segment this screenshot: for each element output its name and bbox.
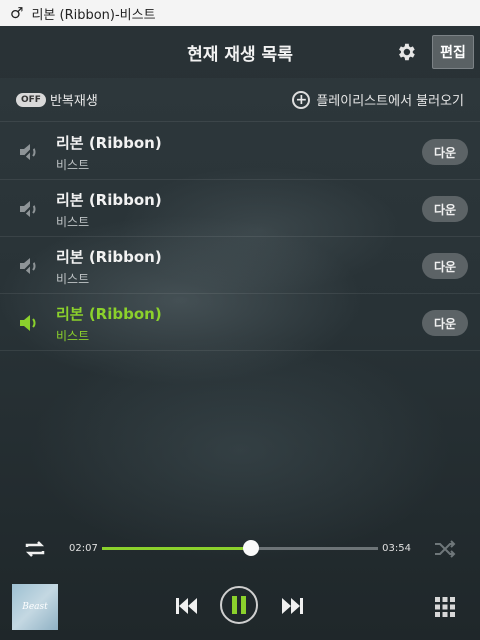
page-title: 현재 재생 목록	[187, 44, 293, 65]
song-title: 리본 (Ribbon)	[56, 134, 162, 152]
pause-icon	[232, 596, 246, 614]
speaker-muted-icon	[18, 142, 40, 162]
speaker-playing-icon	[18, 313, 40, 333]
song-title: 리본 (Ribbon)	[56, 305, 162, 323]
plus-circle-icon: +	[292, 90, 311, 109]
previous-track-icon[interactable]	[174, 595, 200, 617]
pause-button[interactable]	[220, 586, 258, 624]
song-artist: 비스트	[56, 158, 90, 172]
repeat-label: 반복재생	[49, 94, 98, 109]
music-note-icon: ♂	[10, 4, 24, 22]
header: 현재 재생 목록 편집	[0, 26, 480, 78]
edit-button[interactable]: 편집	[432, 35, 474, 69]
progress-bar-area: 02:07 03:54	[0, 530, 480, 568]
list-item[interactable]: 리본 (Ribbon) 비스트 다운	[0, 180, 480, 237]
download-button[interactable]: 다운	[422, 310, 468, 336]
list-item[interactable]: 리본 (Ribbon) 비스트 다운	[0, 237, 480, 294]
load-playlist-label: 플레이리스트에서 불러오기	[316, 94, 464, 109]
shuffle-icon[interactable]	[432, 539, 458, 559]
elapsed-time: 02:07	[69, 543, 98, 554]
song-title: 리본 (Ribbon)	[56, 191, 162, 209]
seek-track[interactable]	[102, 540, 378, 556]
download-button[interactable]: 다운	[422, 253, 468, 279]
repeat-toggle[interactable]: OFF 반복재생	[16, 90, 98, 109]
gear-icon[interactable]	[394, 40, 418, 64]
song-artist: 비스트	[56, 215, 90, 229]
list-item-active[interactable]: 리본 (Ribbon) 비스트 다운	[0, 294, 480, 351]
song-artist: 비스트	[56, 272, 90, 286]
next-track-icon[interactable]	[279, 595, 305, 617]
speaker-muted-icon	[18, 256, 40, 276]
seek-fill	[102, 547, 252, 550]
speaker-muted-icon	[18, 199, 40, 219]
total-time: 03:54	[382, 543, 411, 554]
playlist: 리본 (Ribbon) 비스트 다운 리본 (Ribbon) 비스트 다운 리본…	[0, 123, 480, 351]
repeat-icon[interactable]	[22, 539, 48, 559]
download-button[interactable]: 다운	[422, 139, 468, 165]
repeat-off-badge: OFF	[16, 92, 46, 107]
album-art-text: Beast	[22, 602, 48, 612]
status-bar: ♂ 리본 (Ribbon)-비스트	[0, 0, 480, 26]
load-playlist-button[interactable]: + 플레이리스트에서 불러오기	[292, 90, 464, 109]
song-artist: 비스트	[56, 329, 90, 343]
grid-menu-icon[interactable]	[433, 595, 457, 619]
seek-handle[interactable]	[243, 540, 260, 556]
list-item[interactable]: 리본 (Ribbon) 비스트 다운	[0, 123, 480, 180]
options-bar: OFF 반복재생 + 플레이리스트에서 불러오기	[0, 78, 480, 122]
now-playing-text: 리본 (Ribbon)-비스트	[31, 7, 156, 23]
player-controls: Beast	[0, 580, 480, 636]
album-art[interactable]: Beast	[12, 584, 58, 630]
song-title: 리본 (Ribbon)	[56, 248, 162, 266]
download-button[interactable]: 다운	[422, 196, 468, 222]
